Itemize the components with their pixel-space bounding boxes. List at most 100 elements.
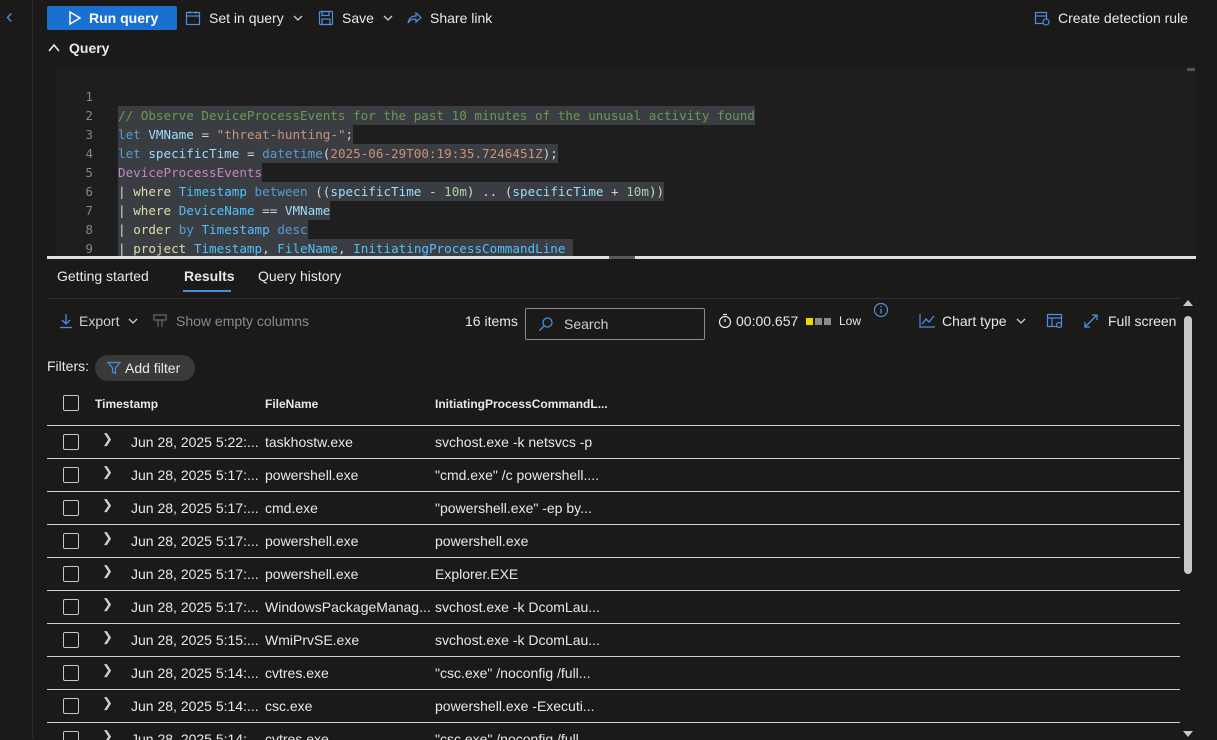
usage-bar-empty <box>815 317 822 325</box>
row-checkbox[interactable] <box>63 698 79 714</box>
chevron-right-icon[interactable]: ❯ <box>102 497 113 513</box>
customize-columns-icon[interactable] <box>1046 312 1064 330</box>
timestamp-cell: Jun 28, 2025 5:17:... <box>131 599 259 615</box>
chevron-right-icon[interactable]: ❯ <box>102 695 113 711</box>
commandline-cell: "powershell.exe" -ep by... <box>435 500 592 516</box>
show-empty-columns-button[interactable]: Show empty columns <box>152 310 309 332</box>
table-row[interactable]: ❯ Jun 28, 2025 5:17:... powershell.exe "… <box>47 458 1180 491</box>
filename-cell: cvtres.exe <box>265 665 329 681</box>
export-button[interactable]: Export <box>59 310 139 332</box>
share-link-label: Share link <box>430 10 493 26</box>
chevron-right-icon[interactable]: ❯ <box>102 431 113 447</box>
collapse-chevron-icon[interactable]: ‹ <box>6 6 13 29</box>
scroll-up-arrow-icon[interactable] <box>1183 300 1193 306</box>
search-box[interactable] <box>525 308 705 340</box>
filename-cell: cmd.exe <box>265 500 318 516</box>
tab-getting-started[interactable]: Getting started <box>57 268 149 284</box>
left-rail: ‹ <box>0 0 33 739</box>
create-detection-rule-button[interactable]: Create detection rule <box>1034 6 1188 30</box>
chevron-right-icon[interactable]: ❯ <box>102 530 113 546</box>
table-row[interactable]: ❯ Jun 28, 2025 5:17:... WindowsPackageMa… <box>47 590 1180 623</box>
table-row[interactable]: ❯ Jun 28, 2025 5:14:... cvtres.exe "csc.… <box>47 722 1180 740</box>
search-input[interactable] <box>562 315 696 333</box>
code-text: let specificTime = datetime(2025-06-29T0… <box>118 144 558 163</box>
table-row[interactable]: ❯ Jun 28, 2025 5:17:... powershell.exe E… <box>47 557 1180 590</box>
resource-level-label: Low <box>839 314 862 328</box>
chevron-right-icon[interactable]: ❯ <box>102 563 113 579</box>
full-screen-label: Full screen <box>1108 313 1177 329</box>
detection-rule-icon <box>1034 11 1050 26</box>
row-checkbox[interactable] <box>63 566 79 582</box>
select-all-checkbox[interactable] <box>63 395 79 411</box>
query-section-title: Query <box>69 40 110 56</box>
filters-label: Filters: <box>47 358 89 374</box>
table-row[interactable]: ❯ Jun 28, 2025 5:22:... taskhostw.exe sv… <box>47 425 1180 458</box>
expand-icon <box>1084 314 1098 328</box>
pane-splitter[interactable] <box>47 256 1196 259</box>
full-screen-button[interactable]: Full screen <box>1083 310 1176 332</box>
item-count: 16 items <box>465 313 518 329</box>
play-icon <box>69 11 81 25</box>
query-editor[interactable]: 1 // Observe DeviceProcessEvents for the… <box>55 66 1195 258</box>
share-link-button[interactable]: Share link <box>406 6 492 30</box>
row-checkbox[interactable] <box>63 434 79 450</box>
chevron-right-icon[interactable]: ❯ <box>102 629 113 645</box>
timestamp-cell: Jun 28, 2025 5:14:... <box>131 665 259 681</box>
scrollbar-thumb[interactable] <box>1184 316 1192 574</box>
commandline-cell: powershell.exe <box>435 533 529 549</box>
info-icon[interactable] <box>873 302 889 318</box>
column-header-commandline[interactable]: InitiatingProcessCommandL... <box>435 397 608 411</box>
table-row[interactable]: ❯ Jun 28, 2025 5:17:... cmd.exe "powersh… <box>47 491 1180 524</box>
column-icon <box>153 314 167 327</box>
tab-results[interactable]: Results <box>184 268 235 284</box>
active-tab-indicator <box>183 290 231 292</box>
chevron-down-icon <box>293 15 303 21</box>
row-checkbox[interactable] <box>63 500 79 516</box>
row-checkbox[interactable] <box>63 632 79 648</box>
table-row[interactable]: ❯ Jun 28, 2025 5:15:... WmiPrvSE.exe svc… <box>47 623 1180 656</box>
row-checkbox[interactable] <box>63 467 79 483</box>
filename-cell: csc.exe <box>265 698 313 714</box>
set-in-query-button[interactable]: Set in query <box>185 6 304 30</box>
scroll-down-arrow-icon[interactable] <box>1183 731 1193 737</box>
commandline-cell: "cmd.exe" /c powershell.... <box>435 467 600 483</box>
results-scrollbar[interactable] <box>1181 298 1195 739</box>
chevron-right-icon[interactable]: ❯ <box>102 662 113 678</box>
column-header-filename[interactable]: FileName <box>265 397 318 411</box>
chevron-down-icon <box>383 15 393 21</box>
save-button[interactable]: Save <box>318 6 394 30</box>
query-section-toggle[interactable]: Query <box>47 40 109 56</box>
tab-query-history[interactable]: Query history <box>258 268 341 284</box>
add-filter-button[interactable]: Add filter <box>95 355 195 381</box>
code-line-3: 3 let specificTime = datetime(2025-06-29… <box>55 106 558 163</box>
code-line-2: 2 let VMName = "threat-hunting-"; <box>55 87 354 144</box>
code-line-6: 6 | where DeviceName == VMName <box>55 163 331 220</box>
filename-cell: powershell.exe <box>265 566 359 582</box>
table-row[interactable]: ❯ Jun 28, 2025 5:14:... cvtres.exe "csc.… <box>47 656 1180 689</box>
query-duration: 00:00.657 <box>718 310 798 332</box>
filename-cell: powershell.exe <box>265 533 359 549</box>
run-query-label: Run query <box>89 10 159 26</box>
splitter-handle[interactable] <box>609 256 635 259</box>
chevron-right-icon[interactable]: ❯ <box>102 728 113 740</box>
table-row[interactable]: ❯ Jun 28, 2025 5:14:... csc.exe powershe… <box>47 689 1180 722</box>
run-query-button[interactable]: Run query <box>47 6 177 30</box>
row-checkbox[interactable] <box>63 665 79 681</box>
code-line-4: 4 DeviceProcessEvents <box>55 125 263 182</box>
row-checkbox[interactable] <box>63 599 79 615</box>
code-text: | where Timestamp between ((specificTime… <box>118 182 665 201</box>
filename-cell: WmiPrvSE.exe <box>265 632 360 648</box>
commandline-cell: "csc.exe" /noconfig /full... <box>435 665 591 681</box>
timestamp-cell: Jun 28, 2025 5:17:... <box>131 566 259 582</box>
chart-type-button[interactable]: Chart type <box>918 310 1027 332</box>
table-row[interactable]: ❯ Jun 28, 2025 5:17:... powershell.exe p… <box>47 524 1180 557</box>
set-in-query-label: Set in query <box>209 10 284 26</box>
code-text: let VMName = "threat-hunting-"; <box>118 125 354 144</box>
chevron-right-icon[interactable]: ❯ <box>102 464 113 480</box>
export-label: Export <box>79 313 120 329</box>
show-empty-columns-label: Show empty columns <box>176 313 310 329</box>
column-header-timestamp[interactable]: Timestamp <box>95 397 158 411</box>
row-checkbox[interactable] <box>63 533 79 549</box>
chevron-right-icon[interactable]: ❯ <box>102 596 113 612</box>
chevron-down-icon <box>129 318 138 324</box>
